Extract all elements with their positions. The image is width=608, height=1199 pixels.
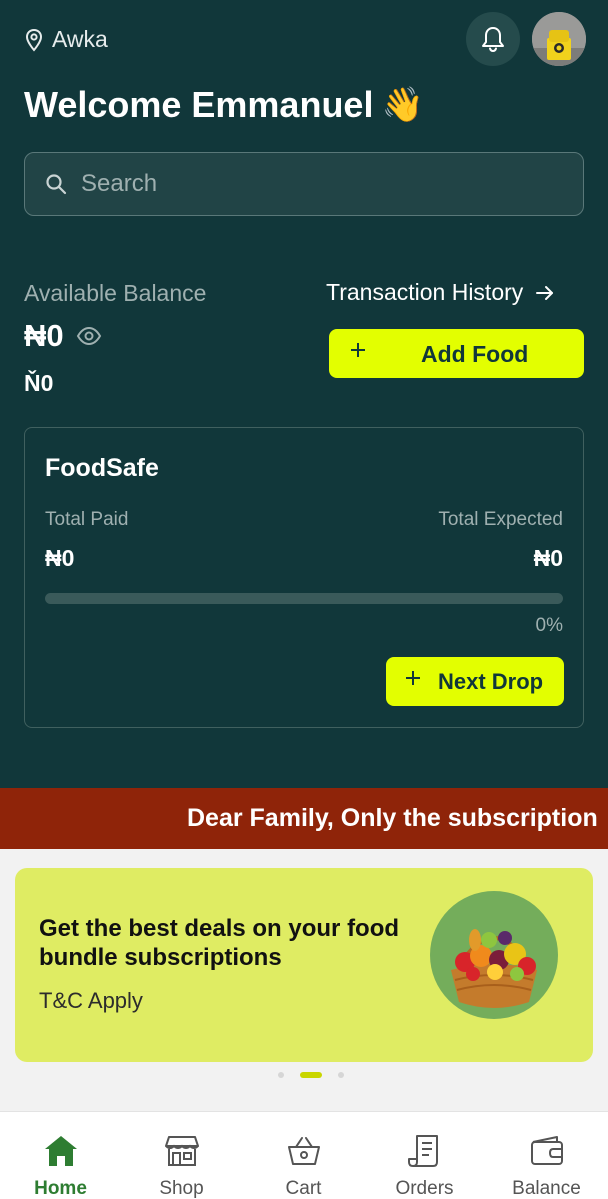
total-expected-label: Total Expected bbox=[438, 509, 563, 530]
nav-item-home[interactable]: Home bbox=[0, 1112, 121, 1199]
location[interactable]: Awka bbox=[24, 26, 108, 53]
plus-icon bbox=[406, 671, 420, 685]
avatar[interactable] bbox=[532, 12, 586, 66]
nav-item-orders[interactable]: Orders bbox=[364, 1112, 485, 1199]
welcome-text: Welcome Emmanuel bbox=[24, 84, 374, 125]
avatar-image bbox=[532, 12, 586, 66]
carousel-indicator[interactable] bbox=[270, 1072, 352, 1078]
promo-banner[interactable]: Get the best deals on your food bundle s… bbox=[15, 868, 593, 1062]
eye-icon[interactable] bbox=[76, 326, 102, 346]
secondary-balance: Ň0 bbox=[24, 370, 54, 396]
total-expected-value: ₦0 bbox=[533, 545, 563, 571]
plus-icon bbox=[351, 343, 365, 357]
notifications-button[interactable] bbox=[466, 12, 520, 66]
search-input[interactable] bbox=[81, 170, 561, 198]
welcome-heading: Welcome Emmanuel 👋 bbox=[24, 84, 424, 126]
nav-item-balance[interactable]: Balance bbox=[486, 1112, 607, 1199]
nav-label-balance: Balance bbox=[512, 1178, 581, 1199]
wallet-icon bbox=[530, 1136, 563, 1165]
orders-icon bbox=[407, 1135, 438, 1167]
search-icon bbox=[46, 174, 67, 195]
nav-label-home: Home bbox=[34, 1178, 87, 1199]
progress-percent: 0% bbox=[535, 615, 563, 636]
progress-bar bbox=[45, 593, 563, 604]
next-drop-button[interactable]: Next Drop bbox=[386, 657, 564, 706]
nav-label-cart: Cart bbox=[285, 1178, 322, 1199]
nav-label-shop: Shop bbox=[159, 1178, 204, 1199]
nav-item-cart[interactable]: Cart bbox=[243, 1112, 364, 1199]
header-section: Awka Welcome Emmanuel 👋 Available Balanc… bbox=[0, 0, 608, 788]
banner-headline: Get the best deals on your food bundle s… bbox=[39, 915, 400, 971]
fruit-basket-image bbox=[430, 891, 558, 1019]
foodsafe-card: FoodSafe Total Paid Total Expected ₦0 ₦0… bbox=[24, 427, 584, 728]
transaction-history-link[interactable]: Transaction History bbox=[326, 279, 555, 306]
transaction-history-label: Transaction History bbox=[326, 279, 524, 305]
shop-icon bbox=[164, 1136, 199, 1166]
add-food-label: Add Food bbox=[421, 341, 529, 367]
waving-hand-icon: 👋 bbox=[381, 86, 424, 124]
bell-icon bbox=[482, 27, 504, 53]
location-pin-icon bbox=[25, 28, 43, 52]
announcement-ticker[interactable]: Dear Family, Only the subscription bbox=[0, 788, 608, 849]
nav-label-orders: Orders bbox=[395, 1178, 454, 1199]
bottom-navigation: Home Shop Cart Orders Balance bbox=[0, 1111, 608, 1199]
carousel-dot[interactable] bbox=[278, 1072, 284, 1078]
location-label: Awka bbox=[52, 26, 108, 52]
total-paid-value: ₦0 bbox=[45, 545, 75, 571]
add-food-button[interactable]: Add Food bbox=[329, 329, 584, 378]
next-drop-label: Next Drop bbox=[438, 669, 544, 694]
banner-subtext: T&C Apply bbox=[39, 988, 143, 1013]
home-icon bbox=[44, 1136, 77, 1166]
balance-amount: ₦0 bbox=[24, 318, 64, 353]
cart-icon bbox=[287, 1137, 320, 1165]
search-bar[interactable] bbox=[24, 152, 584, 216]
carousel-dot-active[interactable] bbox=[300, 1072, 322, 1078]
foodsafe-title: FoodSafe bbox=[45, 454, 159, 482]
available-balance-label: Available Balance bbox=[24, 280, 207, 306]
nav-item-shop[interactable]: Shop bbox=[121, 1112, 242, 1199]
carousel-dot[interactable] bbox=[338, 1072, 344, 1078]
total-paid-label: Total Paid bbox=[45, 509, 129, 530]
ticker-text: Dear Family, Only the subscription bbox=[187, 804, 598, 832]
balance-amount-row: ₦0 bbox=[24, 318, 102, 354]
arrow-right-icon bbox=[536, 285, 554, 300]
